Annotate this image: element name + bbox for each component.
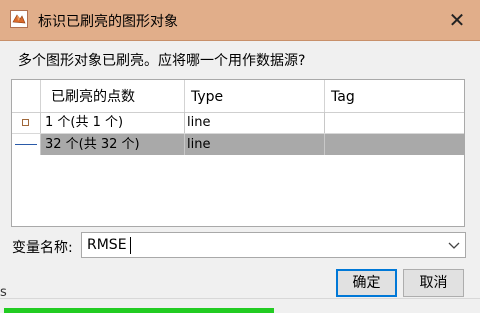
type-cell: line xyxy=(185,112,325,133)
variable-name-combobox[interactable]: RMSE xyxy=(81,232,466,258)
marker-cell xyxy=(12,134,41,155)
ok-button[interactable]: 确定 xyxy=(336,269,397,297)
matlab-icon xyxy=(10,10,28,28)
data-source-table: 已刷亮的点数 Type Tag 1 个(共 1 个) line 32 个(共 3… xyxy=(11,79,465,227)
type-cell: line xyxy=(185,134,325,155)
column-header-type[interactable]: Type xyxy=(185,80,325,112)
background-window-edge xyxy=(0,298,480,299)
prompt-text: 多个图形对象已刷亮。应将哪一个用作数据源? xyxy=(18,53,306,69)
marker-cell xyxy=(12,112,41,133)
background-green-bar xyxy=(4,308,274,313)
table-row-selected[interactable]: 32 个(共 32 个) line xyxy=(12,134,464,155)
line-marker-icon xyxy=(15,144,37,145)
text-caret xyxy=(130,237,131,254)
count-cell: 32 个(共 32 个) xyxy=(41,134,185,155)
column-header-tag[interactable]: Tag xyxy=(325,80,464,112)
marker-column-header xyxy=(12,80,41,112)
title-bar[interactable]: 标识已刷亮的图形对象 ✕ xyxy=(0,0,480,41)
square-marker-icon xyxy=(22,119,29,126)
table-row[interactable]: 1 个(共 1 个) line xyxy=(12,112,464,134)
tag-cell xyxy=(325,134,464,155)
cancel-button[interactable]: 取消 xyxy=(403,269,464,297)
column-header-count[interactable]: 已刷亮的点数 xyxy=(41,80,185,112)
table-header: 已刷亮的点数 Type Tag xyxy=(12,80,464,113)
window-title: 标识已刷亮的图形对象 xyxy=(38,14,178,30)
variable-name-label: 变量名称: xyxy=(12,240,73,256)
tag-cell xyxy=(325,112,464,133)
variable-name-input[interactable]: RMSE xyxy=(87,237,127,253)
background-text: s xyxy=(0,285,7,300)
close-button[interactable]: ✕ xyxy=(442,6,472,34)
count-cell: 1 个(共 1 个) xyxy=(41,112,185,133)
chevron-down-icon[interactable] xyxy=(447,237,461,253)
